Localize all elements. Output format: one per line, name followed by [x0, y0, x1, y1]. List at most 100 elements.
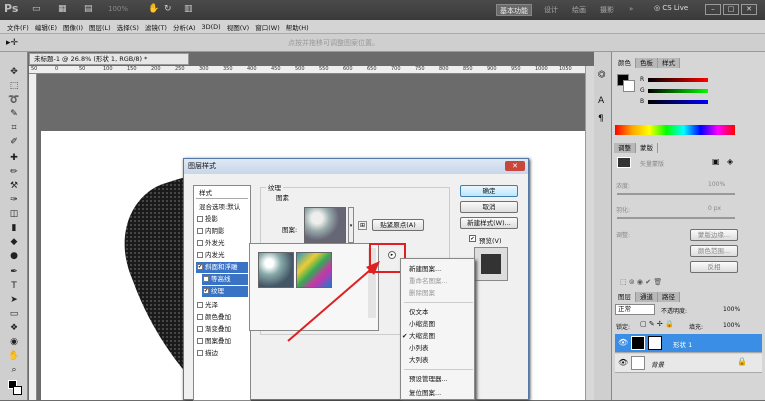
hand-tool-icon[interactable]: ✋ [148, 4, 159, 16]
style-checkbox[interactable] [197, 326, 203, 332]
move-tool-icon[interactable]: ▸✛ [6, 38, 18, 48]
menu-item-large-thumb[interactable]: ✔ 大缩览图 [401, 330, 474, 342]
maximize-button[interactable]: □ [723, 4, 739, 15]
menu-image[interactable]: 图像(I) [63, 22, 83, 32]
type-tool-icon[interactable]: T [8, 280, 20, 292]
crop-tool-icon[interactable]: ⌗ [8, 122, 20, 134]
brush-tool-icon[interactable]: ✏ [8, 166, 20, 178]
menu-view[interactable]: 视图(V) [227, 22, 250, 32]
blue-slider[interactable] [648, 100, 708, 104]
rotate-view-icon[interactable]: ↻ [164, 4, 172, 16]
workspace-design[interactable]: 设计 [541, 4, 561, 16]
menu-select[interactable]: 选择(S) [117, 22, 139, 32]
style-checkbox[interactable] [197, 338, 203, 344]
style-checkbox[interactable] [197, 350, 203, 356]
tab-adjustments[interactable]: 调整 [614, 143, 636, 153]
new-preset-icon[interactable]: ⊞ [358, 221, 367, 230]
document-tab[interactable]: 未标题-1 @ 26.8% (形状 1, RGB/8) * [29, 53, 189, 65]
3d-rotate-icon[interactable]: ❖ [8, 322, 20, 334]
tab-paths[interactable]: 路径 [658, 292, 680, 302]
blend-mode-select[interactable]: 正常 [615, 304, 655, 315]
character-panel-icon[interactable]: A [598, 96, 604, 106]
workspace-photography[interactable]: 摄影 [597, 4, 617, 16]
eye-icon[interactable]: 👁 [618, 338, 628, 347]
dodge-tool-icon[interactable]: ● [8, 250, 20, 262]
style-checkbox[interactable] [197, 240, 203, 246]
style-item[interactable]: 投影 [196, 214, 248, 225]
style-item-texture[interactable]: ✔ 纹理 [202, 286, 248, 297]
style-item-contour[interactable]: 等高线 [202, 274, 248, 285]
marquee-tool-icon[interactable]: ⬚ [8, 80, 20, 92]
background-color-swatch[interactable] [13, 386, 22, 395]
bridge-icon[interactable]: ▭ [32, 4, 41, 16]
lock-icons[interactable]: ▢ ✎ ✢ 🔒 [640, 320, 674, 328]
style-checkbox[interactable] [197, 302, 203, 308]
feather-value[interactable]: 0 px [708, 205, 721, 212]
workspace-painting[interactable]: 绘画 [569, 4, 589, 16]
vector-mask-icon[interactable]: ◈ [727, 157, 733, 166]
style-item[interactable]: 内发光 [196, 250, 248, 261]
minimize-button[interactable]: – [705, 4, 721, 15]
tab-layers[interactable]: 图层 [614, 292, 636, 302]
menu-filter[interactable]: 滤镜(T) [145, 22, 167, 32]
tab-masks[interactable]: 蒙版 [636, 143, 658, 153]
mask-edge-button[interactable]: 蒙版边缘... [690, 229, 738, 241]
new-style-button[interactable]: 新建样式(W)... [460, 217, 518, 229]
3d-camera-icon[interactable]: ◉ [8, 336, 20, 348]
workspace-essentials[interactable]: 基本功能 [496, 4, 532, 16]
layer-row-background[interactable]: 👁 背景 🔒 [615, 354, 762, 373]
layer-name[interactable]: 背景 [651, 359, 664, 369]
style-item[interactable]: 渐变叠加 [196, 324, 248, 335]
menu-item-new-pattern[interactable]: 新建图案... [401, 263, 474, 275]
menu-item-preset-manager[interactable]: 预设管理器... [401, 373, 474, 385]
gradient-tool-icon[interactable]: ▮ [8, 222, 20, 234]
history-panel-icon[interactable]: ⏣ [598, 70, 606, 80]
menu-item-small-list[interactable]: 小列表 [401, 342, 474, 354]
bg-color-chip[interactable] [623, 80, 635, 92]
menu-3d[interactable]: 3D(D) [201, 23, 220, 31]
style-item-bevel[interactable]: ✔ 斜面和浮雕 [196, 262, 248, 273]
style-item[interactable]: 颜色叠加 [196, 312, 248, 323]
menu-item-small-thumb[interactable]: 小缩览图 [401, 318, 474, 330]
style-item[interactable]: 图案叠加 [196, 336, 248, 347]
layer-row-shape[interactable]: 👁 形状 1 [615, 334, 762, 353]
fill-value[interactable]: 100% [723, 322, 740, 329]
style-item[interactable]: 内阴影 [196, 226, 248, 237]
view-extras-icon[interactable]: ▤ [84, 4, 93, 16]
quick-select-icon[interactable]: ✎ [8, 108, 20, 120]
color-spectrum[interactable] [615, 125, 735, 135]
layer-name[interactable]: 形状 1 [673, 339, 692, 349]
tab-color[interactable]: 颜色 [614, 58, 636, 68]
style-checkbox-checked[interactable]: ✔ [203, 288, 209, 294]
style-item[interactable]: 外发光 [196, 238, 248, 249]
vertical-scrollbar[interactable] [585, 66, 594, 400]
density-value[interactable]: 100% [708, 181, 725, 188]
menu-window[interactable]: 窗口(W) [255, 22, 280, 32]
density-slider[interactable] [617, 193, 735, 195]
cs-live-button[interactable]: ◎ CS Live [654, 4, 688, 12]
cancel-button[interactable]: 取消 [460, 201, 518, 213]
pixel-mask-icon[interactable]: ▣ [712, 157, 720, 166]
pattern-picker-arrow[interactable]: ▾ [348, 207, 354, 243]
eye-icon[interactable]: 👁 [618, 358, 628, 367]
pen-tool-icon[interactable]: ✒ [8, 266, 20, 278]
ok-button[interactable]: 确定 [460, 185, 518, 197]
pattern-swatch[interactable] [304, 207, 346, 243]
style-item[interactable]: 描边 [196, 348, 248, 359]
blur-tool-icon[interactable]: ◆ [8, 236, 20, 248]
tab-channels[interactable]: 通道 [636, 292, 658, 302]
more-workspaces-button[interactable]: » [626, 4, 636, 16]
preview-checkbox[interactable]: ✔ [469, 235, 476, 242]
style-item[interactable]: 光泽 [196, 300, 248, 311]
blend-options-item[interactable]: 混合选项:默认 [196, 202, 248, 213]
history-brush-icon[interactable]: ✑ [8, 194, 20, 206]
tab-swatches[interactable]: 色板 [636, 58, 658, 68]
zoom-level-select[interactable]: 100% [108, 5, 128, 13]
color-range-button[interactable]: 颜色范围... [690, 245, 738, 257]
green-slider[interactable] [648, 89, 708, 93]
menu-analysis[interactable]: 分析(A) [173, 22, 196, 32]
zoom-tool-icon[interactable]: ⌕ [8, 364, 20, 376]
hand-tool-icon[interactable]: ✋ [8, 350, 20, 362]
lasso-tool-icon[interactable]: ➰ [8, 94, 20, 106]
move-tool-icon[interactable]: ✥ [8, 66, 20, 78]
